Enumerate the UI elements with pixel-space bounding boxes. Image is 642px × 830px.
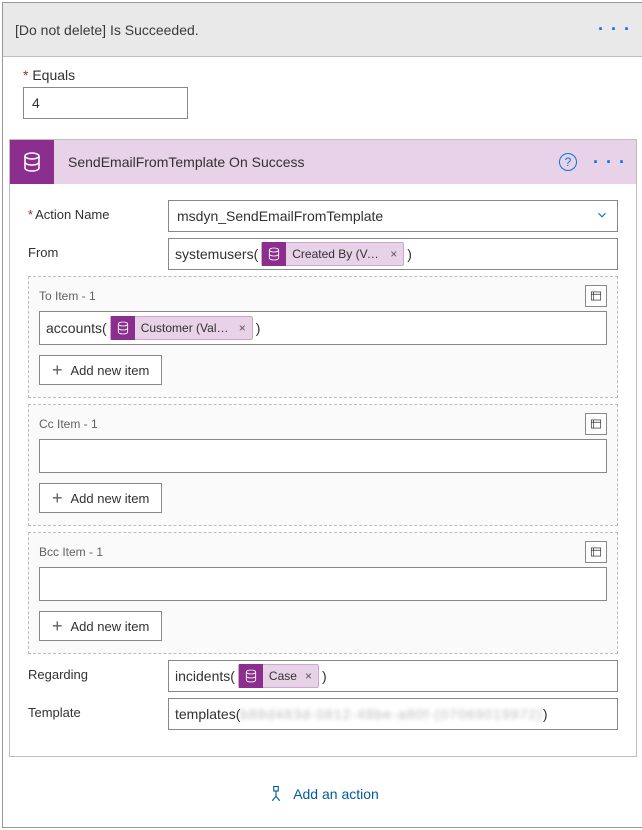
to-item-group: To Item - 1 accounts( Customer (Valu… × …: [28, 276, 618, 398]
parent-more-icon[interactable]: · · ·: [598, 19, 631, 40]
regarding-token[interactable]: Case ×: [238, 664, 319, 688]
regarding-token-label: Case: [269, 669, 297, 683]
bcc-add-item-button[interactable]: + Add new item: [39, 611, 162, 641]
template-suffix: ): [543, 706, 548, 722]
add-action-button[interactable]: Add an action: [3, 763, 642, 827]
dataverse-icon: [10, 140, 54, 184]
sendemail-card: SendEmailFromTemplate On Success ? · · ·…: [9, 139, 637, 757]
remove-token-icon[interactable]: ×: [305, 669, 312, 683]
from-input[interactable]: systemusers( Created By (Val… × ): [168, 238, 618, 270]
dataverse-icon: [111, 316, 135, 340]
add-item-label: Add new item: [71, 619, 150, 634]
cc-item-group: Cc Item - 1 + Add new item: [28, 404, 618, 526]
dataverse-icon: [262, 242, 286, 266]
add-action-label: Add an action: [293, 786, 379, 802]
row-template: Template templates( b88d483d-0812-48be-a…: [28, 698, 618, 730]
from-token[interactable]: Created By (Val… ×: [261, 242, 404, 266]
equals-section: Equals: [3, 57, 642, 129]
action-name-select[interactable]: msdyn_SendEmailFromTemplate: [168, 200, 618, 232]
switch-mode-button[interactable]: [585, 285, 607, 307]
to-add-item-button[interactable]: + Add new item: [39, 355, 162, 385]
chevron-down-icon: [595, 208, 609, 225]
from-token-label: Created By (Val…: [292, 247, 382, 261]
to-prefix: accounts(: [46, 320, 107, 336]
plus-icon: +: [52, 488, 63, 509]
template-prefix: templates(: [175, 706, 240, 722]
action-name-value: msdyn_SendEmailFromTemplate: [177, 208, 383, 224]
switch-mode-button[interactable]: [585, 541, 607, 563]
template-input[interactable]: templates( b88d483d-0812-48be-a80f-(0706…: [168, 698, 618, 730]
card-more-icon[interactable]: · · ·: [593, 152, 626, 173]
dataverse-icon: [239, 664, 263, 688]
from-label: From: [28, 238, 168, 260]
cc-input[interactable]: [39, 439, 607, 473]
remove-token-icon[interactable]: ×: [390, 247, 397, 261]
sendemail-card-body: Action Name msdyn_SendEmailFromTemplate …: [10, 184, 636, 756]
to-token-label: Customer (Valu…: [141, 321, 231, 335]
row-action-name: Action Name msdyn_SendEmailFromTemplate: [28, 200, 618, 232]
add-item-label: Add new item: [71, 491, 150, 506]
row-regarding: Regarding incidents( Case × ): [28, 660, 618, 692]
add-item-label: Add new item: [71, 363, 150, 378]
to-token[interactable]: Customer (Valu… ×: [110, 316, 253, 340]
cc-item-label: Cc Item - 1: [39, 417, 585, 431]
plus-icon: +: [52, 360, 63, 381]
equals-label: Equals: [23, 67, 623, 83]
bcc-input[interactable]: [39, 567, 607, 601]
equals-input[interactable]: [23, 87, 188, 119]
action-card-container: [Do not delete] Is Succeeded. · · · Equa…: [2, 2, 642, 828]
bcc-item-group: Bcc Item - 1 + Add new item: [28, 532, 618, 654]
template-masked-value: b88d483d-0812-48be-a80f-(07069019972): [240, 706, 542, 722]
to-item-label: To Item - 1: [39, 289, 585, 303]
row-from: From systemusers( Created By (Val… × ): [28, 238, 618, 270]
parent-action-header[interactable]: [Do not delete] Is Succeeded. · · ·: [3, 3, 642, 57]
help-icon[interactable]: ?: [559, 153, 577, 171]
regarding-input[interactable]: incidents( Case × ): [168, 660, 618, 692]
cc-add-item-button[interactable]: + Add new item: [39, 483, 162, 513]
bcc-item-label: Bcc Item - 1: [39, 545, 585, 559]
remove-token-icon[interactable]: ×: [239, 321, 246, 335]
to-suffix: ): [256, 320, 261, 336]
regarding-suffix: ): [322, 668, 327, 684]
regarding-label: Regarding: [28, 660, 168, 682]
sendemail-card-title: SendEmailFromTemplate On Success: [54, 154, 559, 170]
template-label: Template: [28, 698, 168, 720]
from-suffix: ): [407, 246, 412, 262]
parent-action-title: [Do not delete] Is Succeeded.: [15, 22, 598, 38]
plus-icon: +: [52, 616, 63, 637]
from-prefix: systemusers(: [175, 246, 258, 262]
regarding-prefix: incidents(: [175, 668, 235, 684]
action-name-label: Action Name: [28, 200, 168, 222]
switch-mode-button[interactable]: [585, 413, 607, 435]
sendemail-card-header[interactable]: SendEmailFromTemplate On Success ? · · ·: [10, 140, 636, 184]
to-input[interactable]: accounts( Customer (Valu… × ): [39, 311, 607, 345]
